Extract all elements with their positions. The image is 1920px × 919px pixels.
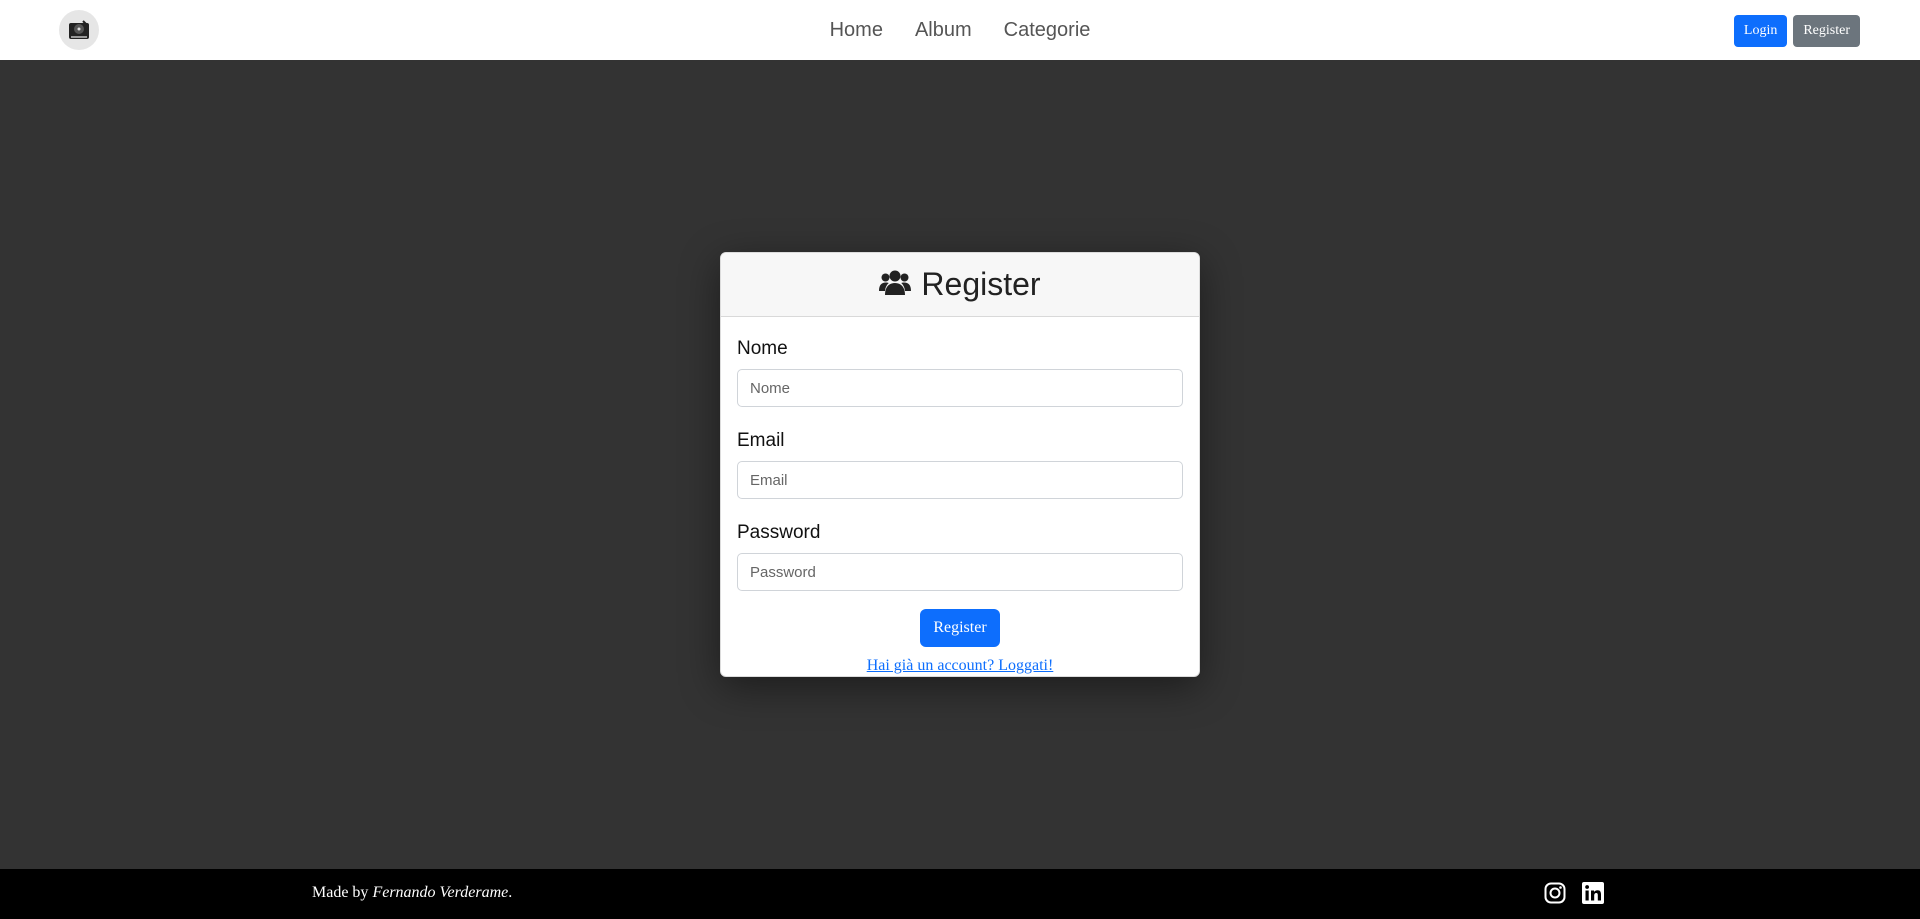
register-card: Register Nome Email Password Register Ha… <box>720 252 1200 677</box>
password-input[interactable] <box>737 553 1183 591</box>
submit-row: Register <box>737 609 1183 647</box>
card-title: Register <box>921 266 1041 302</box>
navbar: Home Album Categorie Login Register <box>0 0 1920 60</box>
footer-credit: Made by Fernando Verderame. <box>312 884 512 902</box>
nav-link-categorie[interactable]: Categorie <box>988 19 1107 42</box>
login-link-row: Hai già un account? Loggati! <box>737 657 1183 675</box>
vinyl-record-icon <box>69 20 89 39</box>
footer-suffix: . <box>508 884 513 901</box>
footer-social <box>1544 882 1604 909</box>
password-label: Password <box>737 522 821 543</box>
nome-label: Nome <box>737 338 788 359</box>
footer: Made by Fernando Verderame. <box>0 869 1920 919</box>
footer-made-by: Made by <box>312 884 373 901</box>
footer-author[interactable]: Fernando Verderame <box>372 884 508 901</box>
nav-link-album[interactable]: Album <box>899 19 988 42</box>
linkedin-icon[interactable] <box>1582 882 1604 909</box>
login-link[interactable]: Hai già un account? Loggati! <box>867 657 1054 674</box>
register-submit-button[interactable]: Register <box>920 609 1000 647</box>
nav-link-home[interactable]: Home <box>814 19 899 42</box>
login-button[interactable]: Login <box>1733 15 1788 47</box>
instagram-icon[interactable] <box>1544 882 1566 909</box>
nav-links: Home Album Categorie <box>0 0 1920 60</box>
users-icon <box>879 269 912 300</box>
register-form: Nome Email Password Register Hai già un … <box>721 317 1199 675</box>
email-input[interactable] <box>737 461 1183 499</box>
logo[interactable] <box>59 10 99 50</box>
register-nav-button[interactable]: Register <box>1793 15 1860 47</box>
nav-auth-buttons: Login Register <box>1733 15 1860 47</box>
nome-input[interactable] <box>737 369 1183 407</box>
card-header: Register <box>721 253 1199 317</box>
email-label: Email <box>737 430 785 451</box>
